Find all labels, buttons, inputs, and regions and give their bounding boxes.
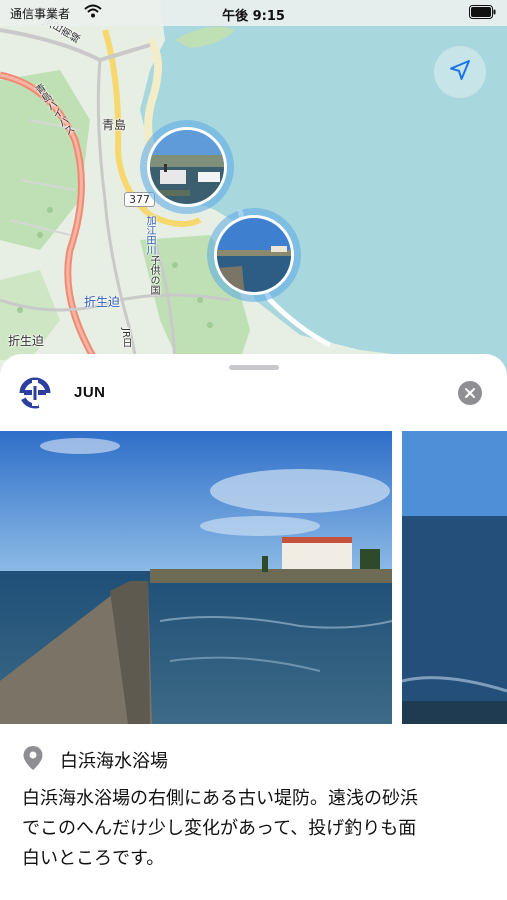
map-label-kanamigawa: 加江田川 <box>144 215 155 255</box>
location-arrow-icon <box>448 58 472 86</box>
user-badge-icon[interactable] <box>18 376 52 410</box>
map-view[interactable]: 青島 377 加江田川 折生迫 折生迫 青島バイパス JR日南線 子供の国 JR… <box>0 0 507 380</box>
photo-pin-icon <box>214 215 294 295</box>
photo-pin-icon <box>147 127 227 207</box>
close-button[interactable] <box>458 381 482 405</box>
user-name[interactable]: JUN <box>74 384 106 401</box>
map-label-jr-line-2: JR日 <box>120 328 131 348</box>
description-line: でこのへんだけ少し変化があって、投げ釣りも面 <box>22 818 417 839</box>
photo-pin-harbor[interactable] <box>140 120 234 214</box>
place-name: 白浜海水浴場 <box>60 751 168 772</box>
map-label-kodomo-road: 子供の国 <box>148 255 159 295</box>
description-line: 白いところです。 <box>22 848 165 869</box>
map-pin-icon <box>22 745 44 775</box>
locate-me-button[interactable] <box>434 46 486 98</box>
map-canvas <box>0 0 507 380</box>
map-label-orifu-bottom: 折生迫 <box>8 334 45 348</box>
map-label-aoshima: 青島 <box>102 118 127 132</box>
photo-sea-next[interactable] <box>402 431 507 724</box>
photo-seawall-main[interactable] <box>0 431 392 724</box>
status-bar: 通信事業者 午後 9:15 <box>0 0 507 26</box>
clock: 午後 9:15 <box>222 9 285 24</box>
photo-pin-seawall[interactable] <box>207 208 301 302</box>
map-label-orifu-left: 折生迫 <box>84 295 121 309</box>
place-description: 白浜海水浴場の右側にある古い堤防。遠浅の砂浜 でこのへんだけ少し変化があって、投… <box>22 784 482 874</box>
description-line: 白浜海水浴場の右側にある古い堤防。遠浅の砂浜 <box>22 788 418 809</box>
sheet-grabber[interactable] <box>229 365 279 370</box>
detail-sheet: JUN 白浜海水浴場 白浜海水浴場の右側にある古い堤防。遠浅の砂浜 でこのへんだ… <box>0 354 507 900</box>
photo-carousel[interactable] <box>0 431 507 724</box>
battery-icon <box>469 5 497 22</box>
place-row[interactable]: 白浜海水浴場 <box>22 745 168 775</box>
close-icon <box>464 384 476 403</box>
